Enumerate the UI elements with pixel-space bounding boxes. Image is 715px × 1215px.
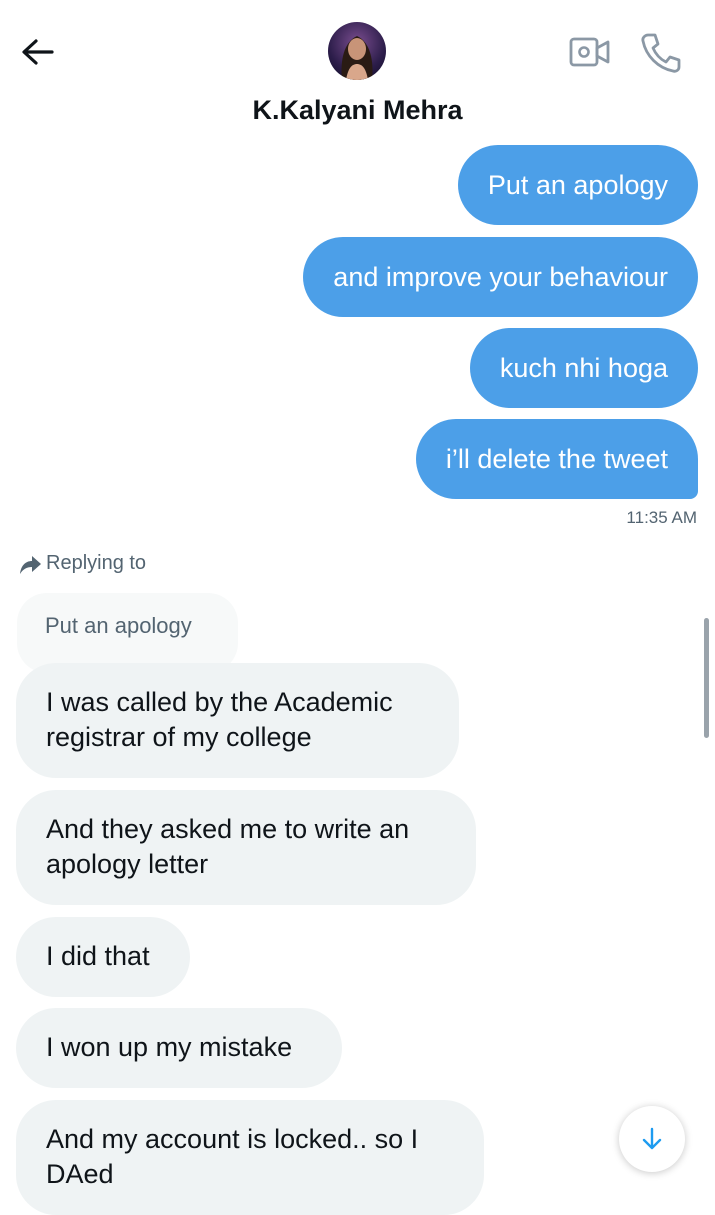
message-text: I did that	[46, 941, 150, 971]
received-message-bubble[interactable]: And my account is locked.. so I DAed	[16, 1100, 484, 1215]
sent-message-bubble[interactable]: i’ll delete the tweet	[415, 419, 698, 499]
arrow-down-icon	[642, 1127, 662, 1150]
message-text: And they asked me to write an apology le…	[46, 814, 410, 879]
reply-arrow-icon	[20, 555, 41, 574]
received-message-bubble[interactable]: I won up my mistake	[16, 1008, 342, 1088]
avatar-image	[341, 36, 373, 80]
sent-message-bubble[interactable]: and improve your behaviour	[303, 237, 698, 317]
sent-message-bubble[interactable]: Put an apology	[457, 145, 698, 225]
message-text: I was called by the Academic registrar o…	[46, 687, 393, 752]
message-text: And my account is locked.. so I DAed	[46, 1124, 419, 1189]
received-message-bubble[interactable]: And they asked me to write an apology le…	[16, 790, 476, 905]
contact-avatar[interactable]	[328, 22, 386, 80]
received-message-bubble[interactable]: I was called by the Academic registrar o…	[16, 663, 459, 778]
scroll-to-bottom-button[interactable]	[619, 1106, 685, 1172]
message-text: I won up my mistake	[46, 1032, 293, 1062]
contact-name[interactable]: K.Kalyani Mehra	[0, 95, 715, 126]
sent-message-bubble[interactable]: kuch nhi hoga	[469, 328, 698, 408]
scrollbar-thumb[interactable]	[704, 618, 709, 738]
message-text: and improve your behaviour	[333, 262, 668, 292]
quoted-message-text: Put an apology	[45, 613, 192, 638]
phone-call-button[interactable]	[638, 30, 684, 76]
chat-header: K.Kalyani Mehra	[0, 0, 715, 140]
phone-icon	[641, 33, 681, 73]
video-camera-icon	[569, 37, 610, 67]
back-arrow-icon	[22, 39, 54, 65]
message-text: kuch nhi hoga	[499, 353, 668, 383]
message-text: Put an apology	[487, 170, 668, 200]
back-button[interactable]	[18, 34, 58, 74]
video-call-button[interactable]	[568, 34, 612, 70]
replying-to-indicator: Replying to	[18, 552, 146, 575]
received-message-bubble[interactable]: I did that	[16, 917, 190, 997]
quoted-message[interactable]: Put an apology	[17, 593, 238, 673]
message-timestamp: 11:35 AM	[626, 508, 697, 527]
replying-to-label: Replying to	[46, 552, 147, 574]
message-text: i’ll delete the tweet	[445, 444, 668, 474]
